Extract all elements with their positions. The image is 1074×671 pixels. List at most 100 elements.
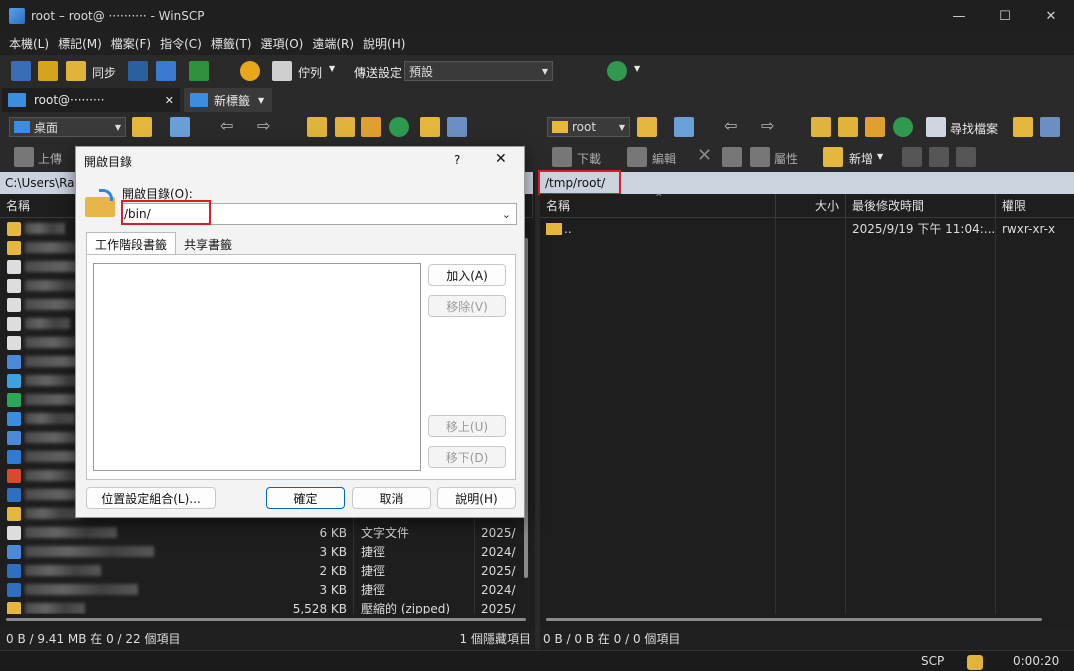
delete-icon[interactable]: ✕ xyxy=(697,145,712,166)
refresh-icon[interactable] xyxy=(389,117,409,137)
forward-icon[interactable]: ⇨ xyxy=(257,116,270,135)
console-icon[interactable] xyxy=(128,61,148,81)
refresh-icon[interactable] xyxy=(893,117,913,137)
table-row[interactable]: .. 2025/9/19 下午 11:04:... rwxr-xr-x xyxy=(540,219,1074,238)
right-hscroll[interactable] xyxy=(540,614,1074,626)
menu-item[interactable]: 選項(O) xyxy=(261,35,304,52)
putty-icon[interactable] xyxy=(156,61,176,81)
queue-label[interactable]: 佇列 xyxy=(298,64,322,81)
ok-button[interactable]: 確定 xyxy=(266,487,345,509)
minus-icon[interactable] xyxy=(929,147,949,167)
root-dir-icon[interactable] xyxy=(335,117,355,137)
new-label[interactable]: 新增 xyxy=(849,150,873,167)
menu-item[interactable]: 檔案(F) xyxy=(111,35,151,52)
transfer-settings-select[interactable]: 預設 ▼ xyxy=(404,61,553,81)
right-col-perms[interactable]: 權限 xyxy=(996,194,1074,218)
queue-icon[interactable] xyxy=(272,61,292,81)
properties-label[interactable]: 屬性 xyxy=(774,150,798,167)
find-files-icon[interactable] xyxy=(926,117,946,137)
folder-open-icon[interactable] xyxy=(637,117,657,137)
add-icon[interactable] xyxy=(902,147,922,167)
parent-dir-icon[interactable] xyxy=(307,117,327,137)
filter-icon[interactable] xyxy=(170,117,190,137)
bookmark-list[interactable] xyxy=(93,263,421,471)
folder-open-icon[interactable] xyxy=(132,117,152,137)
back-icon[interactable]: ⇦ xyxy=(724,116,737,135)
parent-dir-icon[interactable] xyxy=(811,117,831,137)
bookmark-folder-icon[interactable] xyxy=(420,117,440,137)
sync-folder-icon[interactable] xyxy=(66,61,86,81)
close-icon[interactable]: ✕ xyxy=(165,94,174,107)
root-dir-icon[interactable] xyxy=(838,117,858,137)
minimize-button[interactable]: — xyxy=(936,0,982,32)
back-icon[interactable]: ⇦ xyxy=(220,116,233,135)
menu-item[interactable]: 本機(L) xyxy=(9,35,49,52)
sync-label[interactable]: 同步 xyxy=(92,64,116,81)
open-directory-dialog: 開啟目錄 ? ✕ 開啟目錄(O): /bin/ ⌄ 工作階段書籤 共享書籤 加入… xyxy=(75,146,525,518)
gear-icon[interactable] xyxy=(240,61,260,81)
tab-new[interactable]: 新標籤 ▼ xyxy=(184,88,272,112)
left-hscroll[interactable] xyxy=(0,614,533,626)
chevron-down-icon[interactable]: ▼ xyxy=(329,64,335,73)
compare-icon[interactable] xyxy=(11,61,31,81)
edit-label[interactable]: 編輯 xyxy=(652,150,676,167)
new-icon[interactable] xyxy=(823,147,843,167)
upload-label[interactable]: 上傳 xyxy=(38,150,62,167)
edit-icon[interactable] xyxy=(627,147,647,167)
bookmark-folder-icon[interactable] xyxy=(1013,117,1033,137)
table-row[interactable]: 3 KB 捷徑 2024/ xyxy=(0,542,523,561)
right-col-size[interactable]: 大小 xyxy=(776,193,846,218)
chevron-down-icon[interactable]: ▼ xyxy=(877,152,883,161)
maximize-button[interactable]: ☐ xyxy=(982,0,1028,32)
rename-icon[interactable] xyxy=(722,147,742,167)
sync-browse-icon[interactable] xyxy=(38,61,58,81)
chevron-down-icon[interactable]: ▼ xyxy=(634,64,640,73)
file-icon xyxy=(7,221,21,236)
refresh-icon[interactable] xyxy=(189,61,209,81)
table-row[interactable]: 2 KB 捷徑 2025/ xyxy=(0,561,523,580)
redacted-filename xyxy=(25,603,85,614)
close-button[interactable]: ✕ xyxy=(1028,0,1074,32)
properties-icon[interactable] xyxy=(750,147,770,167)
menu-item[interactable]: 遠端(R) xyxy=(312,35,354,52)
find-files-label[interactable]: 尋找檔案 xyxy=(950,120,998,137)
right-file-list[interactable]: .. 2025/9/19 下午 11:04:... rwxr-xr-x xyxy=(540,218,1074,614)
download-icon[interactable] xyxy=(552,147,572,167)
menu-item[interactable]: 指令(C) xyxy=(160,35,202,52)
tab-shared-bookmarks[interactable]: 共享書籤 xyxy=(177,234,239,255)
dialog-close-icon[interactable]: ✕ xyxy=(495,151,507,167)
home-icon[interactable] xyxy=(361,117,381,137)
right-location-select[interactable]: root ▼ xyxy=(547,117,630,137)
chevron-down-icon[interactable]: ⌄ xyxy=(502,208,511,221)
left-location-select[interactable]: 桌面 ▼ xyxy=(9,117,126,137)
table-row[interactable]: 6 KB 文字文件 2025/ xyxy=(0,523,523,542)
help-button[interactable]: 說明(H) xyxy=(437,487,516,509)
view-list-icon[interactable] xyxy=(1040,117,1060,137)
folder-icon xyxy=(85,189,115,217)
tab-session-bookmarks[interactable]: 工作階段書籤 xyxy=(86,232,176,255)
menu-item[interactable]: 標籤(T) xyxy=(211,35,252,52)
menu-item[interactable]: 說明(H) xyxy=(363,35,405,52)
move-down-button[interactable]: 移下(D) xyxy=(428,446,506,468)
table-row[interactable]: 3 KB 捷徑 2024/ xyxy=(0,580,523,599)
move-up-button[interactable]: 移上(U) xyxy=(428,415,506,437)
upload-icon[interactable] xyxy=(14,147,34,167)
right-column-header: 名稱 大小 最後修改時間 權限 xyxy=(540,193,1074,218)
home-icon[interactable] xyxy=(865,117,885,137)
forward-icon[interactable]: ⇨ xyxy=(761,116,774,135)
add-bookmark-button[interactable]: 加入(A) xyxy=(428,264,506,286)
filter-icon[interactable] xyxy=(674,117,694,137)
remove-bookmark-button[interactable]: 移除(V) xyxy=(428,295,506,317)
location-profiles-button[interactable]: 位置設定組合(L)... xyxy=(86,487,216,509)
select-icon[interactable] xyxy=(956,147,976,167)
menu-item[interactable]: 標記(M) xyxy=(58,35,102,52)
tab-session[interactable]: root@········· ✕ xyxy=(2,88,180,112)
scrollbar-thumb[interactable] xyxy=(546,618,1042,621)
sync-session-icon[interactable] xyxy=(607,61,627,81)
help-icon[interactable]: ? xyxy=(454,153,460,167)
view-list-icon[interactable] xyxy=(447,117,467,137)
scrollbar-thumb[interactable] xyxy=(6,618,526,621)
cancel-button[interactable]: 取消 xyxy=(352,487,431,509)
right-col-modified[interactable]: 最後修改時間 xyxy=(846,193,996,218)
download-label[interactable]: 下載 xyxy=(577,150,601,167)
